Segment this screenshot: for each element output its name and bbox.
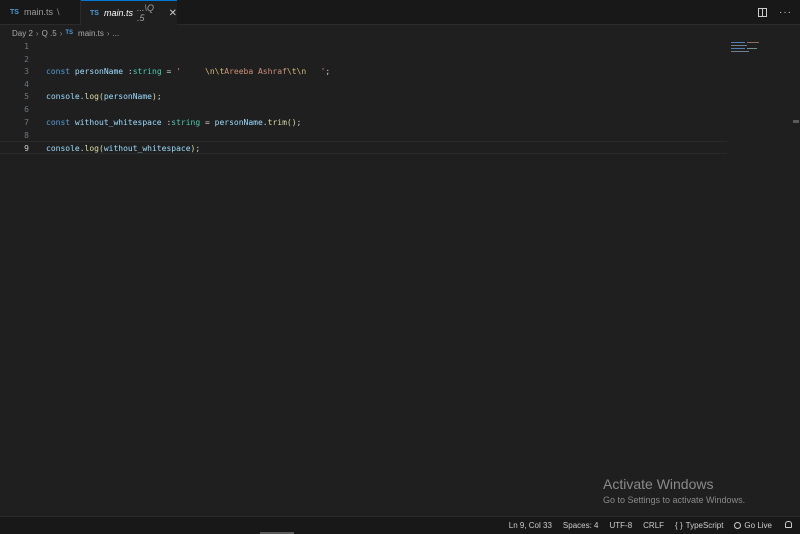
- typescript-file-icon: TS: [65, 30, 74, 36]
- chevron-right-icon: ›: [59, 28, 63, 38]
- type-token: string: [132, 67, 162, 76]
- keyword-token: const: [46, 67, 71, 76]
- tab-path: \: [56, 7, 60, 17]
- code-line-current[interactable]: 9 console.log(without_whitespace);: [0, 141, 727, 154]
- tab-main-ts-active[interactable]: TS main.ts ...\Q .5 ✕: [81, 0, 177, 25]
- variable-token: personName: [74, 67, 124, 76]
- paren-token: (): [286, 118, 297, 127]
- code-text: const personName :string = ' \n\tAreeba …: [46, 65, 330, 78]
- escape-token: \t\n: [286, 67, 307, 76]
- escape-token: \n\t: [205, 67, 225, 76]
- code-text: console.log(personName);: [46, 90, 162, 103]
- minimap-line: [731, 48, 745, 49]
- breadcrumb: Day 2 › Q .5 › TS main.ts › ...: [12, 26, 119, 40]
- typescript-file-icon: TS: [10, 8, 19, 16]
- argument-token: personName: [103, 92, 152, 101]
- cursor-position[interactable]: Ln 9, Col 33: [509, 521, 552, 530]
- bell-icon[interactable]: [785, 521, 792, 528]
- language-mode[interactable]: { } TypeScript: [675, 521, 723, 530]
- minimap-line: [747, 42, 759, 43]
- tab-label: main.ts: [23, 7, 53, 17]
- language-label: TypeScript: [685, 521, 724, 530]
- operator-token: =: [200, 118, 215, 127]
- status-bar: Ln 9, Col 33 Spaces: 4 UTF-8 CRLF { } Typ…: [0, 516, 800, 534]
- code-text: console.log(without_whitespace);: [46, 142, 200, 155]
- breadcrumb-item-q5[interactable]: Q .5: [42, 29, 57, 38]
- object-token: console: [46, 144, 80, 153]
- go-live-button[interactable]: Go Live: [734, 521, 772, 530]
- breadcrumb-item-symbols[interactable]: ...: [113, 29, 120, 38]
- minimap-line: [747, 48, 757, 49]
- eol-setting[interactable]: CRLF: [643, 521, 664, 530]
- colon-token: :: [123, 67, 133, 76]
- chevron-right-icon: ›: [106, 28, 110, 38]
- chevron-right-icon: ›: [35, 28, 39, 38]
- semicolon-token: ;: [195, 144, 201, 153]
- tab-bar: TS main.ts \ TS main.ts ...\Q .5 ✕ ···: [0, 0, 800, 25]
- object-token: console: [46, 92, 80, 101]
- argument-token: without_whitespace: [103, 144, 191, 153]
- close-icon[interactable]: ✕: [169, 8, 177, 19]
- code-line[interactable]: 3 const personName :string = ' \n\tAreeb…: [0, 65, 727, 78]
- function-token: log: [84, 92, 99, 101]
- braces-icon: { }: [675, 521, 683, 530]
- golive-icon: [734, 522, 742, 529]
- split-editor-icon[interactable]: [758, 7, 767, 17]
- status-items: Ln 9, Col 33 Spaces: 4 UTF-8 CRLF { } Typ…: [509, 517, 772, 534]
- breadcrumb-item-day2[interactable]: Day 2: [12, 29, 33, 38]
- semicolon-token: ;: [325, 67, 331, 76]
- string-token: ': [176, 67, 205, 76]
- tab-path: ...\Q .5: [136, 3, 154, 23]
- minimap-line: [731, 45, 747, 46]
- vertical-scrollbar[interactable]: [790, 40, 800, 517]
- tab-main-ts[interactable]: TS main.ts \: [0, 0, 81, 24]
- line-number: 7: [24, 118, 29, 127]
- code-editor[interactable]: 1 2 3 const personName :string = ' \n\tA…: [0, 40, 800, 517]
- variable-token: without_whitespace: [74, 118, 162, 127]
- breadcrumb-item-main-ts[interactable]: main.ts: [78, 29, 104, 38]
- minimap[interactable]: [731, 40, 761, 60]
- editor-actions: ···: [758, 0, 792, 24]
- string-token: ': [306, 67, 326, 76]
- typescript-file-icon: TS: [90, 9, 99, 17]
- line-number: 6: [24, 105, 29, 114]
- code-text: const without_whitespace :string = perso…: [46, 116, 301, 129]
- colon-token: :: [161, 118, 172, 127]
- code-line[interactable]: 1: [0, 40, 727, 53]
- encoding-setting[interactable]: UTF-8: [609, 521, 632, 530]
- semicolon-token: ;: [156, 92, 162, 101]
- string-token: Areeba Ashraf: [224, 67, 287, 76]
- function-token: trim: [267, 118, 287, 127]
- code-line[interactable]: 5 console.log(personName);: [0, 90, 727, 103]
- code-line[interactable]: 6: [0, 103, 727, 116]
- watermark-subtitle: Go to Settings to activate Windows.: [603, 495, 746, 505]
- line-number: 9: [24, 144, 29, 153]
- minimap-line: [731, 42, 745, 43]
- semicolon-token: ;: [296, 118, 302, 127]
- function-token: log: [84, 144, 99, 153]
- watermark-title: Activate Windows: [603, 476, 714, 492]
- go-live-label: Go Live: [744, 521, 772, 530]
- type-token: string: [171, 118, 201, 127]
- line-number: 1: [24, 42, 29, 51]
- indentation-setting[interactable]: Spaces: 4: [563, 521, 599, 530]
- scrollbar-cursor-marker: [793, 120, 799, 123]
- code-line[interactable]: 7 const without_whitespace :string = per…: [0, 116, 727, 129]
- minimap-line: [731, 51, 749, 52]
- tab-label: main.ts: [103, 8, 133, 18]
- line-number: 5: [24, 92, 29, 101]
- activate-windows-watermark: Activate Windows Go to Settings to activ…: [603, 476, 745, 505]
- line-number: 3: [24, 67, 29, 76]
- operator-token: =: [161, 67, 177, 76]
- more-actions-icon[interactable]: ···: [779, 7, 792, 18]
- object-token: personName: [214, 118, 263, 127]
- keyword-token: const: [46, 118, 71, 127]
